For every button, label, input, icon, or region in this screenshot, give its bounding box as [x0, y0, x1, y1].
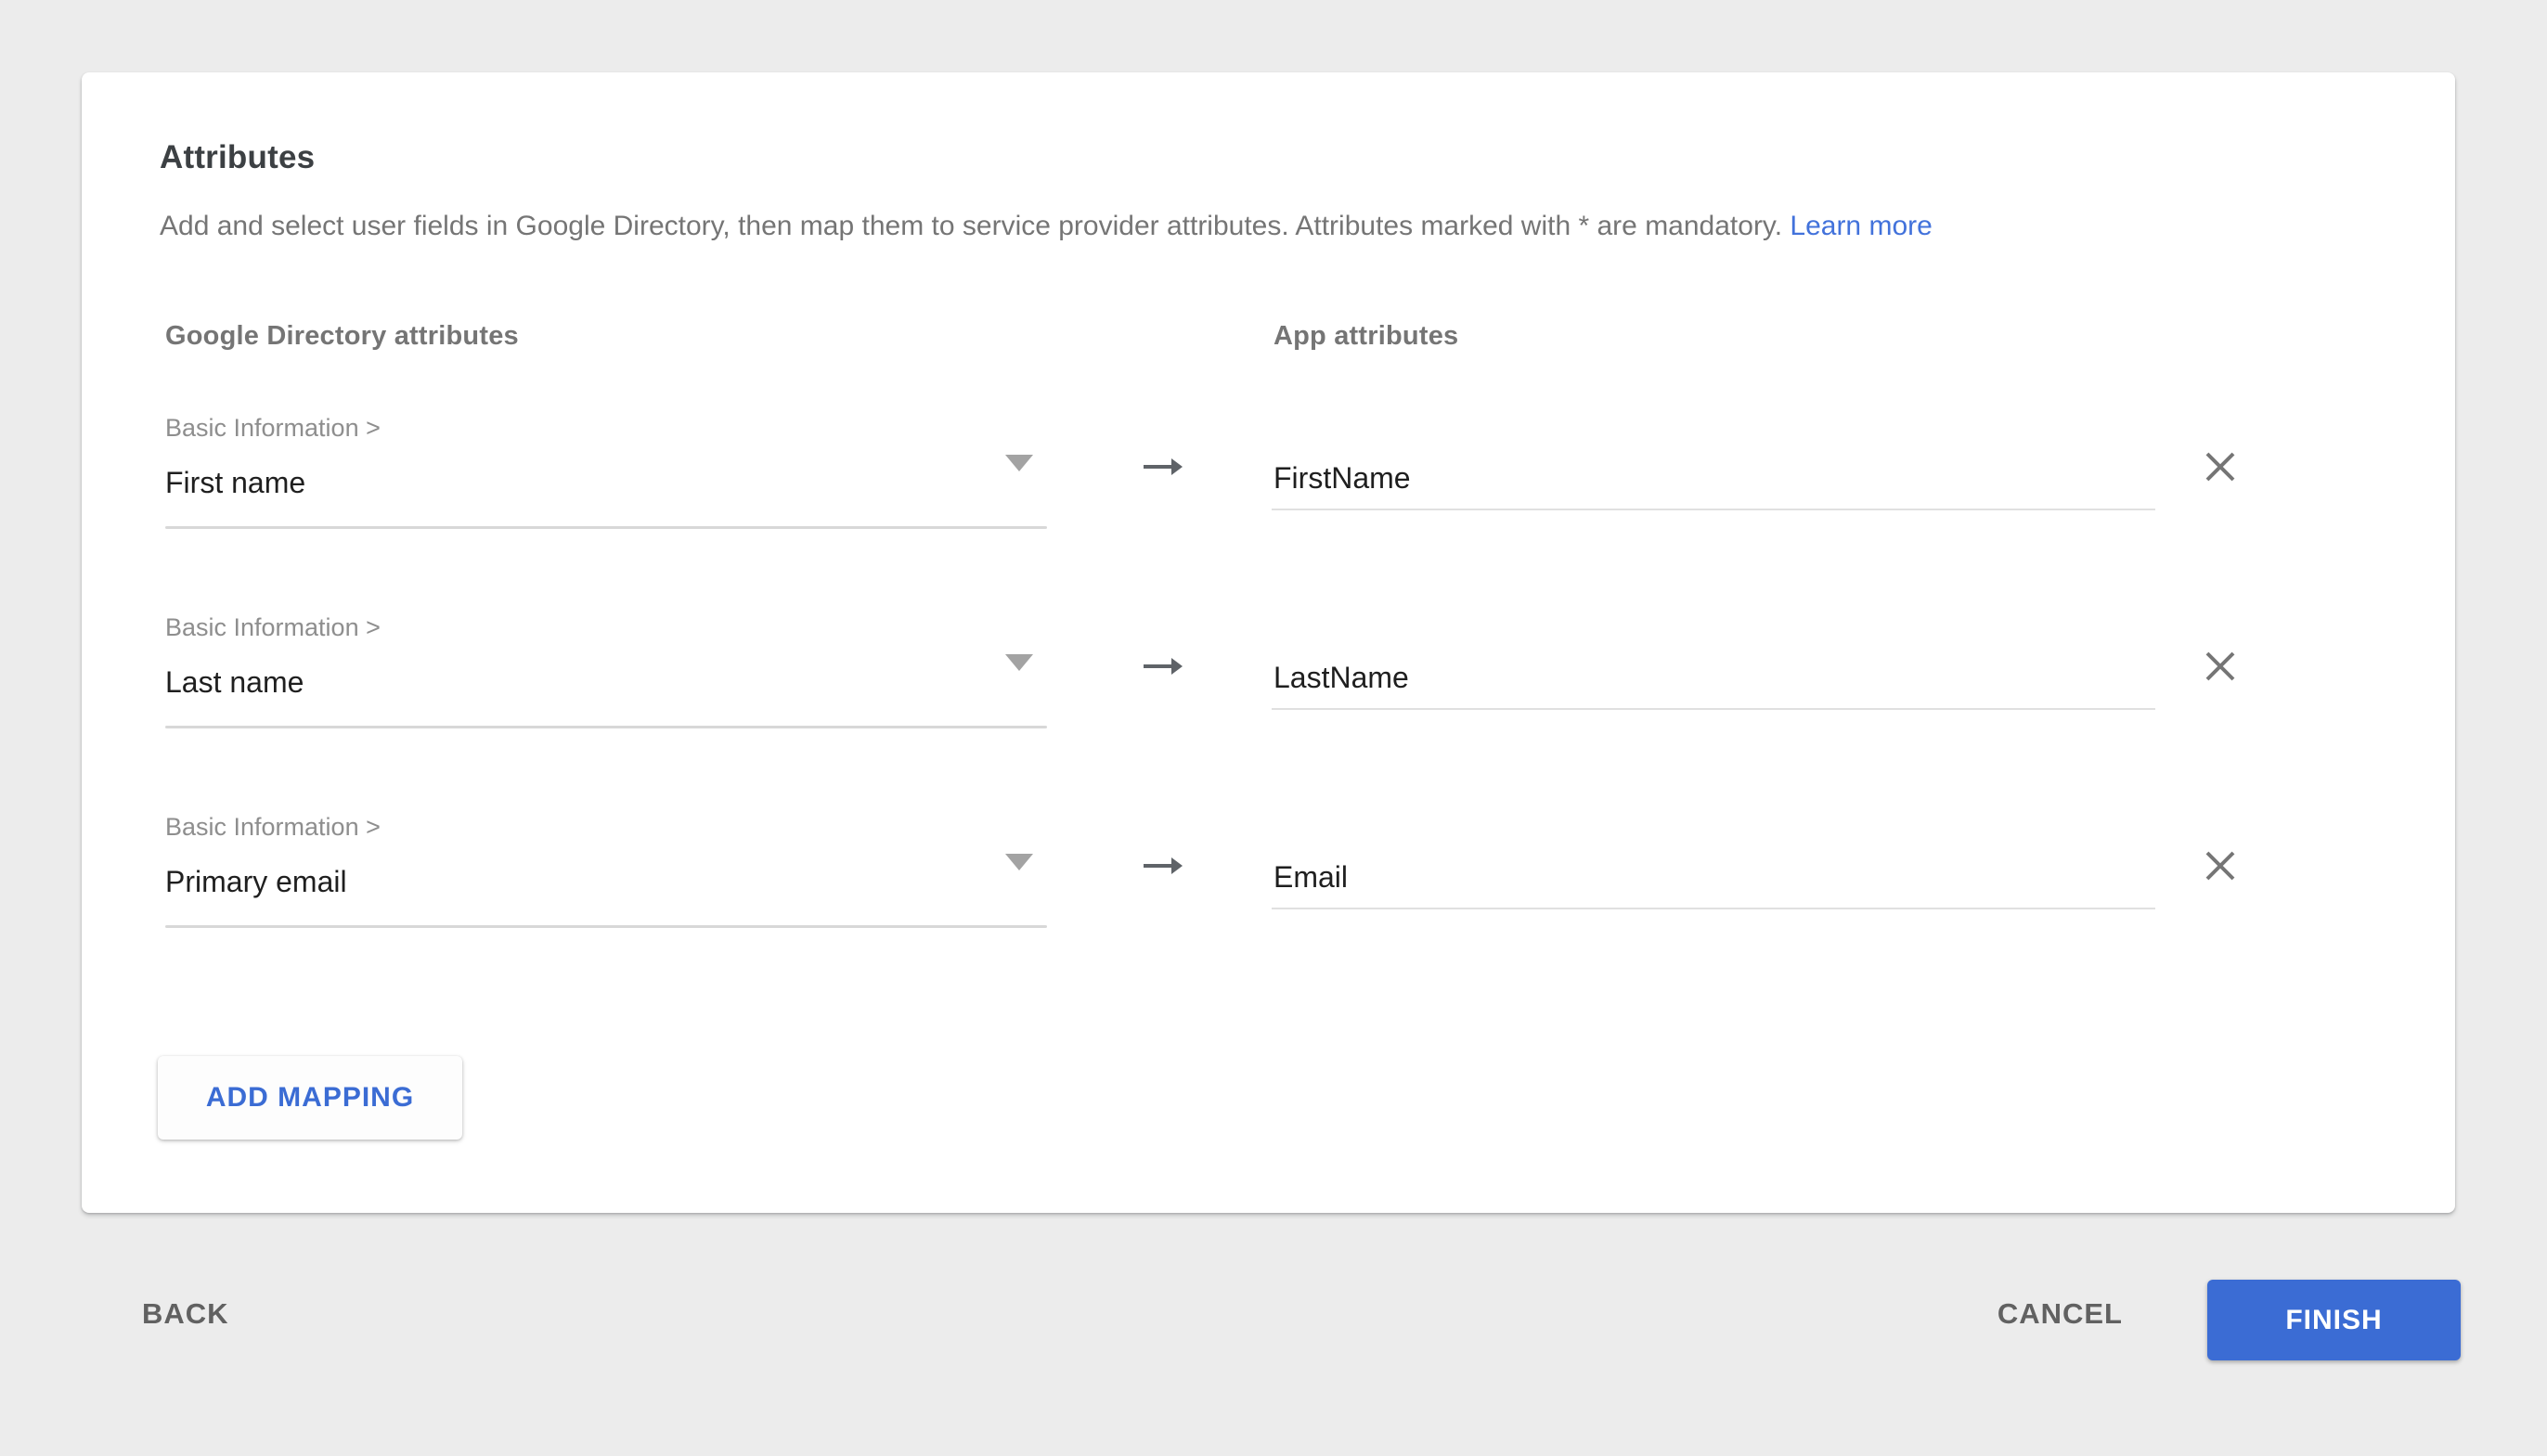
directory-category-label: Basic Information >: [165, 612, 381, 643]
app-attribute-input[interactable]: [1272, 457, 2155, 510]
remove-mapping-button[interactable]: [2200, 647, 2241, 688]
directory-attribute-value: Last name: [165, 664, 304, 701]
page-title: Attributes: [160, 137, 2377, 178]
directory-attribute-select[interactable]: Last name: [165, 649, 1047, 728]
finish-button[interactable]: FINISH: [2207, 1280, 2461, 1360]
directory-attribute-value: First name: [165, 464, 305, 501]
select-underline: [165, 925, 1047, 928]
column-header-directory: Google Directory attributes: [165, 321, 519, 352]
mapping-row: Basic Information > Primary email: [160, 811, 2377, 927]
mapping-row: Basic Information > Last name: [160, 612, 2377, 728]
directory-attribute-select[interactable]: Primary email: [165, 848, 1047, 928]
attributes-card: Attributes Add and select user fields in…: [82, 72, 2455, 1213]
mapping-rows: Basic Information > First name Basic Inf…: [160, 412, 2377, 927]
app-attribute-input[interactable]: [1272, 856, 2155, 909]
add-mapping-button[interactable]: ADD MAPPING: [158, 1056, 462, 1140]
app-attribute-input[interactable]: [1272, 656, 2155, 710]
arrow-right-icon: [1142, 854, 1184, 883]
directory-attribute-value: Primary email: [165, 863, 347, 900]
select-underline: [165, 726, 1047, 728]
close-icon: [2202, 474, 2239, 488]
column-headers: Google Directory attributes App attribut…: [160, 321, 2377, 354]
dropdown-arrow-icon: [1005, 854, 1033, 870]
back-button[interactable]: BACK: [142, 1297, 229, 1331]
cancel-button[interactable]: CANCEL: [1998, 1297, 2123, 1331]
learn-more-link[interactable]: Learn more: [1790, 211, 1932, 241]
column-header-app: App attributes: [1274, 321, 1458, 352]
dropdown-arrow-icon: [1005, 654, 1033, 671]
dropdown-arrow-icon: [1005, 455, 1033, 471]
select-underline: [165, 526, 1047, 529]
close-icon: [2202, 674, 2239, 688]
directory-category-label: Basic Information >: [165, 811, 381, 843]
mapping-row: Basic Information > First name: [160, 412, 2377, 528]
description-body: Add and select user fields in Google Dir…: [160, 211, 1782, 241]
close-icon: [2202, 873, 2239, 887]
description-text: Add and select user fields in Google Dir…: [160, 208, 2377, 245]
directory-attribute-select[interactable]: First name: [165, 449, 1047, 529]
arrow-right-icon: [1142, 654, 1184, 683]
remove-mapping-button[interactable]: [2200, 447, 2241, 488]
remove-mapping-button[interactable]: [2200, 846, 2241, 887]
arrow-right-icon: [1142, 455, 1184, 483]
directory-category-label: Basic Information >: [165, 412, 381, 444]
